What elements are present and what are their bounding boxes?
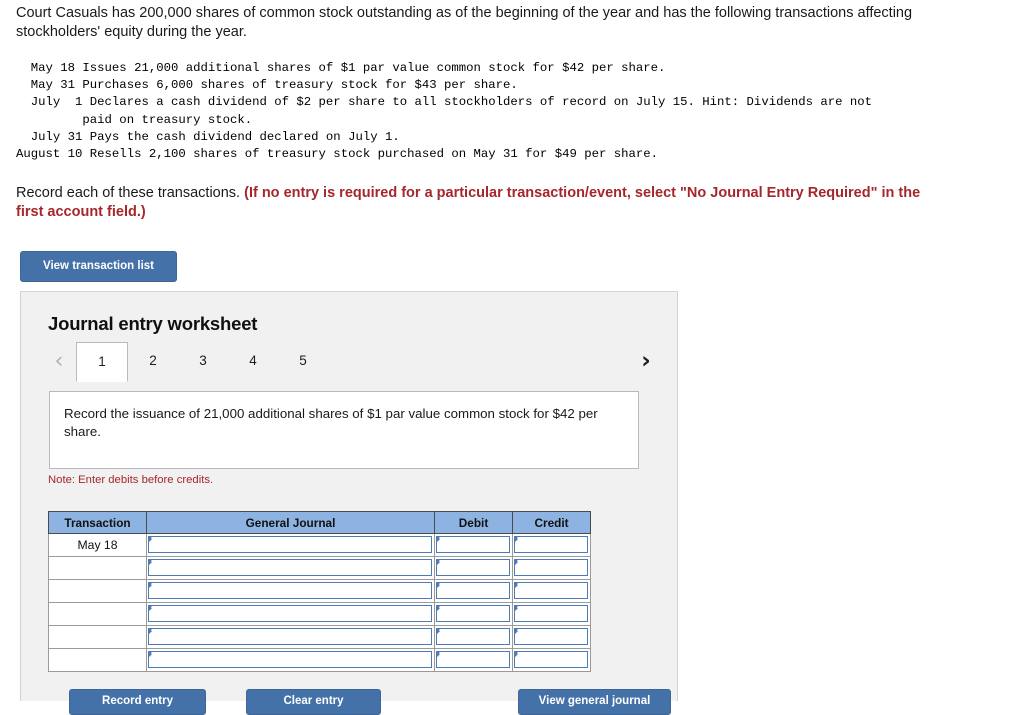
column-header-credit: Credit xyxy=(512,511,591,534)
view-general-journal-button[interactable]: View general journal xyxy=(518,689,671,715)
general-journal-select[interactable] xyxy=(148,628,432,645)
table-row xyxy=(48,648,591,672)
problem-intro-text: Court Casuals has 200,000 shares of comm… xyxy=(16,5,913,41)
worksheet-tab-2[interactable]: 2 xyxy=(128,342,178,382)
debit-input-cell xyxy=(434,556,513,580)
journal-entry-table: Transaction General Journal Debit Credit… xyxy=(48,511,591,672)
transaction-date-cell xyxy=(48,602,147,626)
general-journal-select[interactable] xyxy=(148,536,432,553)
general-journal-select[interactable] xyxy=(148,605,432,622)
credit-input[interactable] xyxy=(514,628,588,645)
column-header-transaction: Transaction xyxy=(48,511,147,534)
debit-input[interactable] xyxy=(436,582,510,599)
credit-input-cell xyxy=(512,533,591,557)
column-header-debit: Debit xyxy=(434,511,513,534)
credit-input[interactable] xyxy=(514,651,588,668)
table-row xyxy=(48,556,591,580)
credit-input-cell xyxy=(512,602,591,626)
transaction-date-cell xyxy=(48,625,147,649)
debit-input[interactable] xyxy=(436,605,510,622)
clear-entry-button[interactable]: Clear entry xyxy=(246,689,381,715)
table-header-row: Transaction General Journal Debit Credit xyxy=(48,511,591,534)
debit-input-cell xyxy=(434,533,513,557)
general-journal-select-cell xyxy=(146,533,435,557)
credit-input-cell xyxy=(512,625,591,649)
table-row xyxy=(48,602,591,626)
general-journal-select-cell xyxy=(146,556,435,580)
debit-input[interactable] xyxy=(436,536,510,553)
transaction-list-text: May 18 Issues 21,000 additional shares o… xyxy=(16,61,873,162)
chevron-right-icon[interactable]: › xyxy=(635,346,657,376)
view-transaction-list-button[interactable]: View transaction list xyxy=(20,251,177,282)
worksheet-tab-1[interactable]: 1 xyxy=(76,342,128,382)
credit-input-cell xyxy=(512,648,591,672)
transaction-date-cell xyxy=(48,556,147,580)
general-journal-select-cell xyxy=(146,602,435,626)
debit-input[interactable] xyxy=(436,651,510,668)
record-instruction-plain: Record each of these transactions. xyxy=(16,185,245,201)
record-entry-button[interactable]: Record entry xyxy=(69,689,206,715)
debit-input-cell xyxy=(434,602,513,626)
column-header-general-journal: General Journal xyxy=(146,511,435,534)
journal-entry-worksheet-panel: Journal entry worksheet ‹ 12345 › Record… xyxy=(20,291,678,715)
general-journal-select-cell xyxy=(146,648,435,672)
transaction-date-cell xyxy=(48,648,147,672)
worksheet-tab-5[interactable]: 5 xyxy=(278,342,328,382)
table-row xyxy=(48,579,591,603)
worksheet-tab-3[interactable]: 3 xyxy=(178,342,228,382)
debit-input-cell xyxy=(434,648,513,672)
worksheet-description-box: Record the issuance of 21,000 additional… xyxy=(49,391,639,469)
table-row xyxy=(48,625,591,649)
debits-before-credits-note: Note: Enter debits before credits. xyxy=(48,474,214,486)
worksheet-description-text: Record the issuance of 21,000 additional… xyxy=(64,406,598,439)
debit-input-cell xyxy=(434,625,513,649)
worksheet-tabstrip: ‹ 12345 › xyxy=(48,342,654,382)
credit-input-cell xyxy=(512,556,591,580)
credit-input[interactable] xyxy=(514,536,588,553)
credit-input[interactable] xyxy=(514,559,588,576)
debit-input[interactable] xyxy=(436,628,510,645)
general-journal-select-cell xyxy=(146,579,435,603)
general-journal-select-cell xyxy=(146,625,435,649)
chevron-left-icon[interactable]: ‹ xyxy=(48,346,70,376)
record-instruction: Record each of these transactions. (If n… xyxy=(16,184,946,222)
debit-input-cell xyxy=(434,579,513,603)
credit-input-cell xyxy=(512,579,591,603)
credit-input[interactable] xyxy=(514,582,588,599)
general-journal-select[interactable] xyxy=(148,559,432,576)
general-journal-select[interactable] xyxy=(148,651,432,668)
general-journal-select[interactable] xyxy=(148,582,432,599)
worksheet-tab-4[interactable]: 4 xyxy=(228,342,278,382)
debit-input[interactable] xyxy=(436,559,510,576)
transaction-date-cell xyxy=(48,579,147,603)
credit-input[interactable] xyxy=(514,605,588,622)
transaction-date-cell: May 18 xyxy=(48,533,147,557)
table-row: May 18 xyxy=(48,533,591,557)
worksheet-title: Journal entry worksheet xyxy=(48,313,258,334)
